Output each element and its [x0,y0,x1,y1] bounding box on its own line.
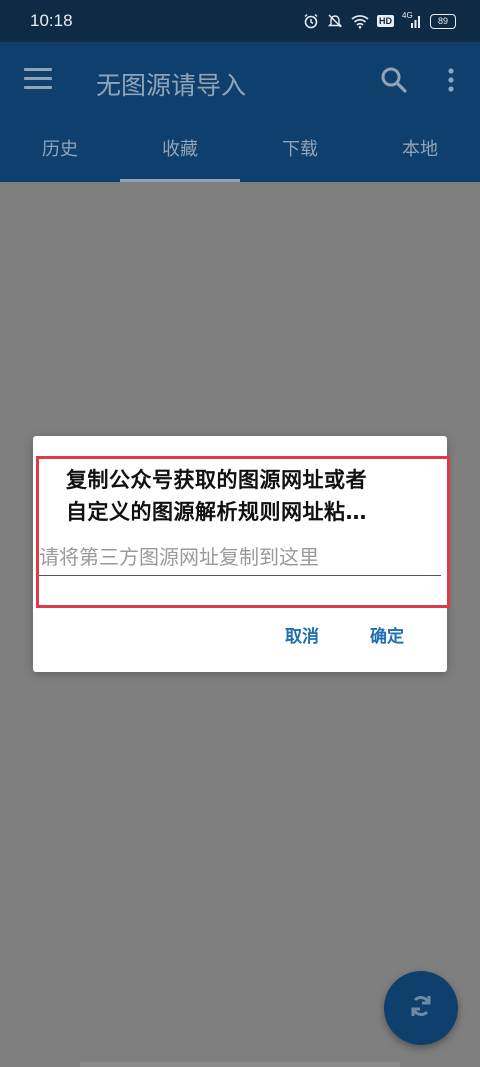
source-url-input[interactable] [39,539,441,576]
page-title: 无图源请导入 [96,71,247,100]
tab-bar: 历史 收藏 下载 本地 [0,126,480,182]
hd-icon: HD [377,15,394,27]
alarm-icon [303,13,319,29]
gesture-bar [80,1062,400,1067]
sync-button[interactable] [384,971,458,1045]
cancel-button[interactable]: 取消 [281,616,323,653]
status-bar: 10:18 HD 4G 89 [0,0,480,42]
battery-icon: 89 [430,13,456,29]
signal-icon: 4G [402,11,422,29]
search-icon[interactable] [380,66,408,94]
tab-history[interactable]: 历史 [0,126,120,182]
sync-icon [407,992,435,1024]
tab-downloads[interactable]: 下载 [240,126,360,182]
dialog-message-line1: 复制公众号获取的图源网址或者 [66,468,367,492]
status-icons: HD 4G 89 [303,11,456,29]
tab-favorites[interactable]: 收藏 [120,126,240,182]
menu-icon[interactable] [24,68,52,92]
dialog-message: 复制公众号获取的图源网址或者 自定义的图源解析规则网址粘… [66,464,416,528]
more-vert-icon[interactable] [444,67,458,95]
dialog-message-line2: 自定义的图源解析规则网址粘… [66,500,367,524]
confirm-button[interactable]: 确定 [366,616,408,653]
tab-local[interactable]: 本地 [360,126,480,182]
wifi-icon [351,14,369,29]
app-bar: 无图源请导入 历史 收藏 下载 本地 [0,42,480,182]
status-time: 10:18 [30,11,73,30]
mute-icon [327,13,343,29]
